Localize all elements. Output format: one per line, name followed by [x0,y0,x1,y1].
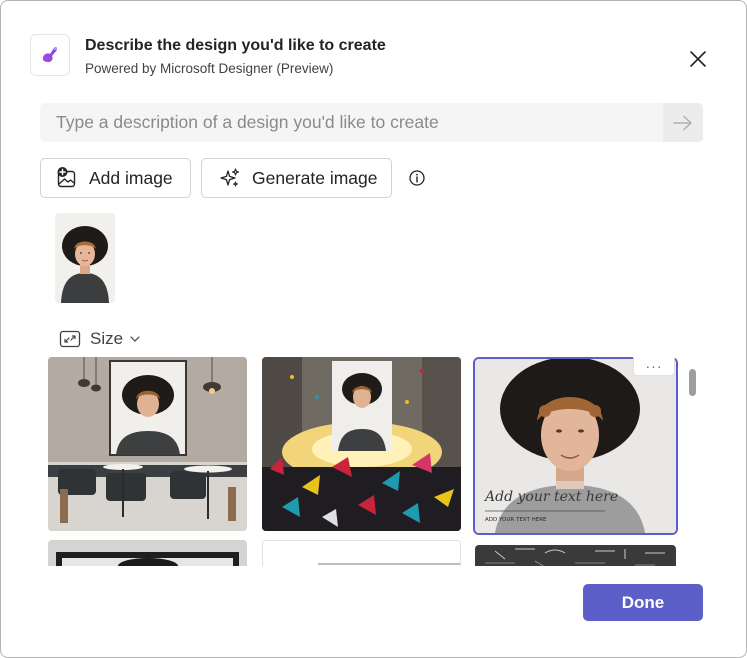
generate-image-button[interactable]: Generate image [201,158,392,198]
design-option-minimal[interactable] [262,540,461,566]
design-description-input[interactable] [40,103,662,142]
dialog-title: Describe the design you'd like to create [85,37,386,54]
generate-image-label: Generate image [252,167,378,188]
info-icon[interactable] [408,169,426,187]
sparkle-icon [219,167,241,189]
size-dropdown[interactable]: Size [59,327,140,351]
uploaded-image-thumbnail[interactable] [55,213,115,303]
submit-prompt-button[interactable] [663,103,703,142]
size-label: Size [90,329,124,348]
prompt-box [40,103,703,142]
dialog-subtitle: Powered by Microsoft Designer (Preview) [85,61,334,76]
designer-dialog: Describe the design you'd like to create… [0,0,747,658]
design-option-cafe[interactable] [48,357,247,531]
design-gallery: Add your text here ADD YOUR TEXT HERE ··… [41,357,701,566]
add-image-label: Add image [89,167,173,188]
design-script-text: Add your text here [483,489,618,505]
close-icon [690,51,706,67]
design-option-frame[interactable] [48,540,247,566]
image-add-icon [56,167,78,189]
design-caption-text: ADD YOUR TEXT HERE [485,517,547,523]
gallery-scrollbar[interactable] [689,369,696,396]
more-options-button[interactable]: ··· [633,357,675,376]
designer-logo-icon [30,34,70,76]
resize-icon [59,328,81,350]
design-option-text-overlay-selected[interactable]: Add your text here ADD YOUR TEXT HERE [473,357,678,535]
arrow-right-icon [673,115,692,130]
chevron-down-icon [130,336,140,342]
design-option-chalkboard[interactable] [475,545,676,566]
done-button[interactable]: Done [583,584,703,621]
close-button[interactable] [685,46,711,72]
add-image-button[interactable]: Add image [40,158,191,198]
design-option-festival[interactable] [262,357,461,531]
